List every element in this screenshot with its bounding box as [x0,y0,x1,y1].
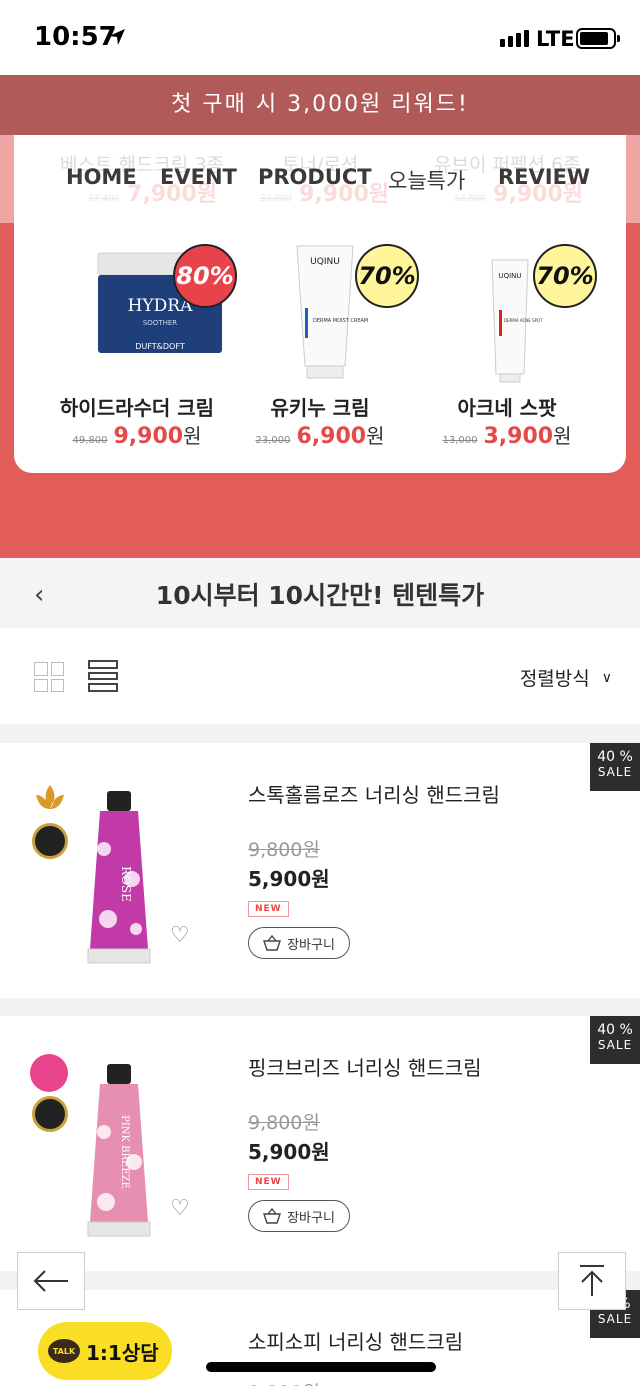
signal-icon [500,30,529,47]
deal-old-price: 13,000 [442,435,478,446]
sale-word: SALE [597,765,633,779]
sale-percent: 40 % [597,1022,633,1038]
chat-consult-button[interactable]: TALK 1:1상담 [38,1322,172,1380]
deal-name: 유키누 크림 [270,396,370,420]
product-old-price: 9,800원 [248,839,320,861]
deal-name: 하이드라수더 크림 [59,396,215,420]
discount-badge: 70% [533,244,597,308]
product-old-price: 9,800원 [248,1378,320,1386]
product-image: PINK BREEZE [87,1064,151,1237]
sort-dropdown[interactable]: 정렬방식 ∨ [520,664,612,691]
nav-review[interactable]: REVIEW [498,165,590,189]
product-old-price: 9,800원 [248,1112,320,1134]
list-view-icon[interactable] [88,660,118,693]
deal-old-price: 49,800 [72,435,108,446]
deal-item[interactable]: UQINU DERMA MOIST CREAM 70% 유키누 크림 23,00… [225,240,419,450]
deal-img-text: UQINU [310,257,340,267]
scroll-top-button[interactable] [558,1252,626,1310]
deal-item[interactable]: UQINU DERMA ACNE SPOT 70% 아크네 스팟 13,000 3… [412,240,602,450]
talk-icon: TALK [48,1339,80,1363]
deal-price: 3,900 [483,424,554,449]
grid-view-icon[interactable] [34,662,64,692]
deal-old-price: 23,000 [255,435,291,446]
nav-today-deal[interactable]: 오늘특가 [388,165,465,195]
deal-img-brand: DUFT&DOFT [135,342,185,351]
award-lotus-icon [36,785,64,809]
arrow-up-icon [580,1265,604,1296]
add-to-cart-button[interactable]: 장바구니 [248,1200,350,1232]
sale-badge: 40 % SALE [590,743,640,791]
product-card[interactable]: 40 % SALE PINK BREEZE ♡ 핑크브리즈 너리싱 핸드크림 9… [0,1016,640,1271]
product-card[interactable]: 40 % SALE ROSE ♡ 스톡홀름로즈 너리싱 핸드크림 9,800원 … [0,743,640,998]
nav-event[interactable]: EVENT [160,165,237,189]
deal-price-unit: 원 [366,424,385,448]
list-toolbar: 정렬방식 ∨ [0,628,640,724]
nav-product[interactable]: PRODUCT [258,165,372,189]
deal-name: 아크네 스팟 [457,396,557,420]
tube-label: ROSE [119,866,133,902]
deal-price: 6,900 [296,424,367,449]
sort-label: 정렬방식 [519,668,590,690]
deal-img-sub: DERMA MOIST CREAM [313,318,368,324]
chevron-down-icon: ∨ [601,669,612,686]
product-price: 5,900원 [248,867,330,891]
status-bar: 10:57 LTE [0,0,640,75]
deal-img-sub: SOOTHER [143,319,177,327]
cart-label: 장바구니 [287,1210,335,1226]
discount-badge: 70% [355,244,419,308]
new-tag: NEW [248,1174,289,1190]
category-header: ‹ 10시부터 10시간만! 텐텐특가 [0,558,640,628]
deal-price: 9,900 [113,424,184,449]
product-price: 5,900원 [248,1140,330,1164]
deal-price-unit: 원 [553,424,572,448]
deal-price-unit: 원 [183,424,202,448]
product-name[interactable]: 스톡홀름로즈 너리싱 핸드크림 [248,779,500,808]
category-title: 10시부터 10시간만! 텐텐특가 [155,581,485,610]
home-indicator [206,1362,436,1372]
product-image: ROSE [87,791,151,964]
arrow-left-icon [33,1270,68,1292]
network-label: LTE [536,27,575,51]
deal-img-sub: DERMA ACNE SPOT [504,318,543,323]
product-name[interactable]: 소피소피 너리싱 핸드크림 [248,1326,463,1355]
location-arrow-icon [109,29,125,45]
chat-consult-label: 1:1상담 [86,1340,159,1365]
promo-banner[interactable]: 첫 구매 시 3,000원 리워드! [0,75,640,135]
sale-badge: 40 % SALE [590,1016,640,1064]
deal-img-text: UQINU [498,272,521,280]
heart-icon[interactable]: ♡ [170,923,190,948]
basket-icon [263,1208,282,1224]
basket-icon [263,935,282,951]
award-badge-icon [30,1054,68,1092]
nav-home[interactable]: HOME [66,165,137,189]
sale-word: SALE [597,1312,633,1326]
sale-percent: 40 % [597,749,633,765]
deal-item[interactable]: HYDRA SOOTHER DUFT&DOFT 80% 하이드라수더 크림 49… [42,240,237,450]
battery-icon [576,28,620,49]
award-medal-icon [32,1096,68,1132]
product-name[interactable]: 핑크브리즈 너리싱 핸드크림 [248,1052,482,1081]
heart-icon[interactable]: ♡ [170,1196,190,1221]
new-tag: NEW [248,901,289,917]
cart-label: 장바구니 [287,937,335,953]
add-to-cart-button[interactable]: 장바구니 [248,927,350,959]
sale-word: SALE [597,1038,633,1052]
back-button[interactable] [17,1252,85,1310]
status-time: 10:57 [34,22,117,52]
tube-label: PINK BREEZE [119,1115,130,1189]
main-nav: HOME EVENT PRODUCT 오늘특가 REVIEW [0,165,640,195]
award-medal-icon [32,823,68,859]
